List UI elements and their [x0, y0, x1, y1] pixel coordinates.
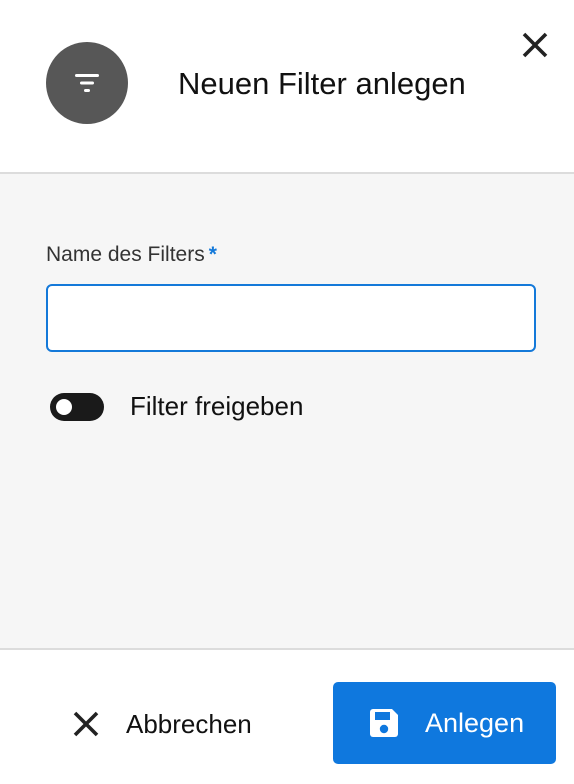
close-icon	[73, 711, 99, 737]
filter-name-input[interactable]	[46, 284, 536, 352]
required-mark: *	[208, 243, 217, 266]
dialog-title: Neuen Filter anlegen	[178, 66, 466, 101]
create-button[interactable]: Anlegen	[333, 682, 556, 764]
dialog-footer: Abbrechen Anlegen	[0, 648, 574, 784]
save-icon	[367, 706, 401, 740]
close-button[interactable]	[512, 22, 558, 68]
toggle-knob	[56, 399, 72, 415]
dialog-header: Neuen Filter anlegen	[0, 0, 574, 174]
create-filter-dialog: Neuen Filter anlegen Name des Filters * F…	[0, 0, 574, 784]
cancel-button[interactable]: Abbrechen	[72, 684, 252, 764]
share-filter-toggle[interactable]	[50, 393, 104, 421]
filter-name-label: Name des Filters *	[46, 240, 217, 270]
filter-name-label-text: Name des Filters	[46, 243, 205, 266]
cancel-label: Abbrechen	[126, 708, 252, 739]
dialog-body: Name des Filters * Filter freigeben	[0, 174, 574, 648]
share-filter-label: Filter freigeben	[130, 391, 304, 421]
create-label: Anlegen	[425, 707, 525, 738]
filter-icon	[46, 42, 128, 124]
close-icon	[522, 32, 548, 58]
